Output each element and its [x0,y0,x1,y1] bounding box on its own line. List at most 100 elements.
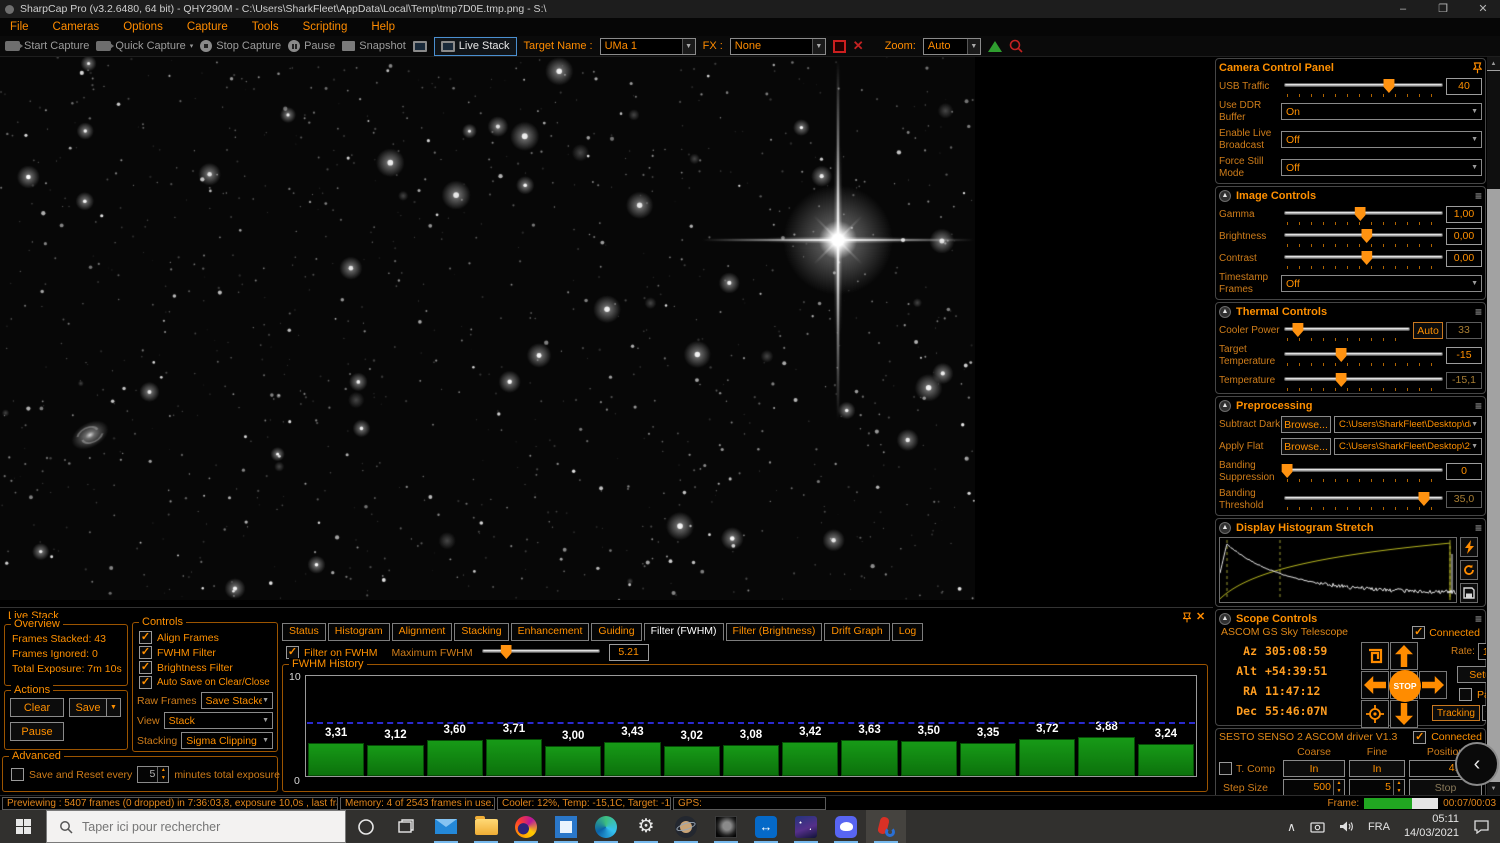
collapse-icon[interactable]: ▲ [1219,306,1231,318]
scope-setup-button[interactable]: Setup [1457,666,1486,683]
browse-dark-button[interactable]: Browse... [1281,416,1331,433]
taskbar-icon-sharpcap[interactable] [866,810,906,843]
close-panel-icon[interactable]: ✕ [1196,610,1205,623]
collapse-icon[interactable]: ▲ [1219,613,1231,625]
ddr-buffer-select[interactable]: On ▼ [1281,103,1482,120]
minutes-spinner[interactable]: 5 ▲▼ [137,766,169,783]
raw-frames-select[interactable]: Save Stacked▼ [201,692,273,709]
gamma-slider[interactable] [1284,206,1443,223]
slew-down-button[interactable] [1390,700,1418,728]
selection-area-icon[interactable] [833,40,846,53]
menu-scripting[interactable]: Scripting [303,21,348,33]
panel-collapse-button[interactable]: ‹ [1455,742,1499,786]
connected-checkbox[interactable]: ✓ [1413,731,1426,744]
menu-options[interactable]: Options [123,21,163,33]
park-checkbox[interactable]: ✓ [1459,688,1472,701]
pause-button[interactable]: Pause [288,40,335,52]
fine-step-spinner[interactable]: 5 ▲▼ [1349,779,1405,795]
live-broadcast-select[interactable]: Off ▼ [1281,131,1482,148]
tab-guiding[interactable]: Guiding [591,623,641,641]
panel-scrollbar[interactable]: ▲ ▼ [1487,57,1500,795]
usb-traffic-slider[interactable] [1284,78,1443,95]
pin-icon[interactable] [1473,62,1482,74]
chevron-down-icon[interactable]: ▼ [967,39,980,54]
cooler-power-slider[interactable] [1284,322,1410,339]
language-indicator[interactable]: FRA [1368,821,1390,833]
spinner-arrows[interactable]: ▲▼ [1333,780,1344,795]
image-display-area[interactable] [0,57,1213,607]
menu-help[interactable]: Help [371,21,395,33]
tab-alignment[interactable]: Alignment [392,623,453,641]
image-viewport[interactable] [0,57,975,600]
align-frames-row[interactable]: ✓Align Frames [139,631,271,644]
collapse-icon[interactable]: ▲ [1219,190,1231,202]
spiral-search-button[interactable] [1361,642,1389,670]
menu-cameras[interactable]: Cameras [53,21,100,33]
tab-histogram[interactable]: Histogram [328,623,390,641]
connected-checkbox[interactable]: ✓ [1412,626,1425,639]
scroll-up-button[interactable]: ▲ [1487,57,1500,70]
target-name-select[interactable]: UMa 1 ▼ [600,38,696,55]
monitor-icon[interactable] [413,41,427,52]
goto-target-button[interactable] [1361,700,1389,728]
auto-stretch-icon[interactable] [988,41,1002,52]
stop-capture-button[interactable]: Stop Capture [200,40,281,52]
histogram-display[interactable] [1219,537,1457,603]
save-button[interactable]: Save [69,698,107,717]
tracking-rate-select[interactable]: ★ ▼ [1482,705,1486,721]
rate-select[interactable]: 16x ▼ [1478,643,1486,660]
taskbar-taskview-button[interactable] [386,810,426,843]
slew-left-button[interactable] [1361,671,1389,699]
scroll-down-button[interactable]: ▼ [1487,782,1500,795]
save-reset-checkbox[interactable]: ✓ [11,768,24,781]
reticle-zoom-icon[interactable] [1009,39,1023,53]
chevron-down-icon[interactable]: ▼ [682,39,695,54]
live-stack-button[interactable]: Live Stack [434,37,517,56]
usb-traffic-value[interactable]: 40 [1446,78,1482,95]
brightness-filter-row[interactable]: ✓Brightness Filter [139,661,271,674]
banding-suppression-value[interactable]: 0 [1446,463,1482,480]
taskbar-icon-file-explorer[interactable] [466,810,506,843]
auto-save-checkbox[interactable]: ✓ [139,676,152,689]
chevron-down-icon[interactable]: ▼ [812,39,825,54]
save-reset-row[interactable]: ✓ Save and Reset every 5 ▲▼ minutes tota… [11,766,280,783]
taskbar-icon-edge[interactable] [586,810,626,843]
align-frames-checkbox[interactable]: ✓ [139,631,152,644]
taskbar-clock[interactable]: 05:11 14/03/2021 [1404,813,1459,841]
spinner-arrows[interactable]: ▲▼ [1393,780,1404,795]
menu-capture[interactable]: Capture [187,21,228,33]
stacking-select[interactable]: Sigma Clipping▼ [181,732,273,749]
taskbar-cortana-button[interactable] [346,810,386,843]
clear-button[interactable]: Clear [10,698,64,717]
minimize-button[interactable]: – [1386,0,1420,18]
collapse-icon[interactable]: ▲ [1219,400,1231,412]
collapse-icon[interactable]: ▲ [1219,522,1231,534]
contrast-value[interactable]: 0,00 [1446,250,1482,267]
taskbar-icon-photos[interactable] [546,810,586,843]
brightness-value[interactable]: 0,00 [1446,228,1482,245]
pause-stack-button[interactable]: Pause [10,722,64,741]
taskbar-icon-planetarium[interactable] [666,810,706,843]
auto-stretch-button[interactable] [1460,537,1478,557]
clear-selection-icon[interactable]: ✕ [853,38,864,54]
tracking-button[interactable]: Tracking [1432,705,1480,721]
notification-icon[interactable] [1473,819,1490,834]
tab-filter-brightness[interactable]: Filter (Brightness) [726,623,823,641]
cooler-auto-button[interactable]: Auto [1413,322,1443,339]
search-input[interactable] [82,820,312,834]
reset-stretch-button[interactable] [1460,560,1478,580]
taskbar-icon-firefox[interactable] [506,810,546,843]
dark-path-select[interactable]: C:\Users\SharkFleet\Desktop\dark... ▼ [1334,416,1482,433]
start-capture-button[interactable]: Start Capture [5,40,89,52]
fwhm-filter-checkbox[interactable]: ✓ [139,646,152,659]
coarse-in-button[interactable]: In [1283,760,1345,777]
menu-icon[interactable]: ≡ [1475,306,1482,318]
menu-icon[interactable]: ≡ [1475,400,1482,412]
save-dropdown-button[interactable]: ▼ [106,698,121,717]
close-button[interactable]: ✕ [1466,0,1500,18]
timestamp-frames-select[interactable]: Off ▼ [1281,275,1482,292]
maximum-fwhm-value[interactable]: 5.21 [609,644,649,661]
brightness-slider[interactable] [1284,228,1443,245]
tab-stacking[interactable]: Stacking [454,623,508,641]
tcomp-row[interactable]: ✓T. Comp [1219,760,1279,777]
